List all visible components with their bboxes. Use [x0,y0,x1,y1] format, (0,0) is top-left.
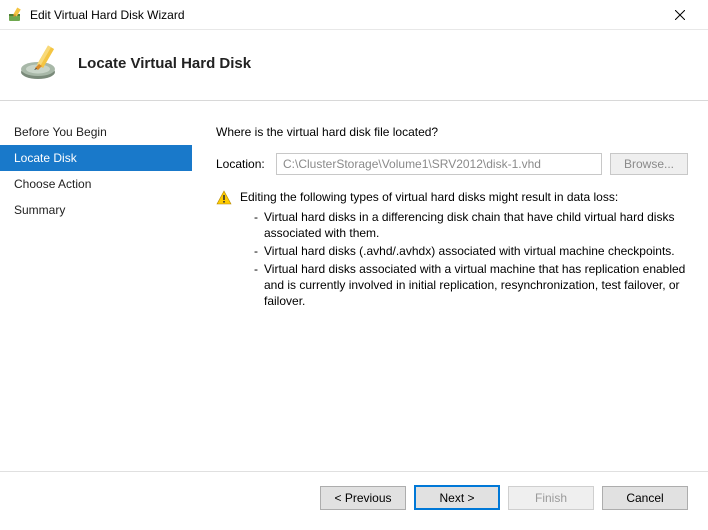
close-button[interactable] [660,1,700,29]
warning-heading: Editing the following types of virtual h… [240,189,688,205]
sidebar-item-before-you-begin[interactable]: Before You Begin [0,119,192,145]
location-label: Location: [216,157,268,171]
finish-button: Finish [508,486,594,510]
location-row: Location: Browse... [216,153,688,175]
wizard-header: Locate Virtual Hard Disk [0,30,708,101]
warning-item: Virtual hard disks associated with a vir… [254,261,688,309]
window-title: Edit Virtual Hard Disk Wizard [30,8,660,22]
previous-button[interactable]: < Previous [320,486,406,510]
app-icon [8,7,24,23]
warning-item: Virtual hard disks (.avhd/.avhdx) associ… [254,243,688,259]
disk-icon [20,44,62,82]
sidebar: Before You Begin Locate Disk Choose Acti… [0,101,192,471]
sidebar-item-choose-action[interactable]: Choose Action [0,171,192,197]
page-title: Locate Virtual Hard Disk [78,55,251,72]
sidebar-item-summary[interactable]: Summary [0,197,192,223]
location-input[interactable] [276,153,602,175]
next-button[interactable]: Next > [414,485,500,510]
content-pane: Where is the virtual hard disk file loca… [192,101,708,471]
prompt-text: Where is the virtual hard disk file loca… [216,125,688,139]
wizard-body: Before You Begin Locate Disk Choose Acti… [0,101,708,471]
titlebar: Edit Virtual Hard Disk Wizard [0,0,708,30]
browse-button: Browse... [610,153,688,175]
wizard-footer: < Previous Next > Finish Cancel [0,471,708,523]
warning-text: Editing the following types of virtual h… [240,189,688,311]
warning-block: Editing the following types of virtual h… [216,189,688,311]
warning-item: Virtual hard disks in a differencing dis… [254,209,688,241]
warning-icon [216,190,232,206]
sidebar-item-locate-disk[interactable]: Locate Disk [0,145,192,171]
warning-list: Virtual hard disks in a differencing dis… [240,209,688,309]
cancel-button[interactable]: Cancel [602,486,688,510]
